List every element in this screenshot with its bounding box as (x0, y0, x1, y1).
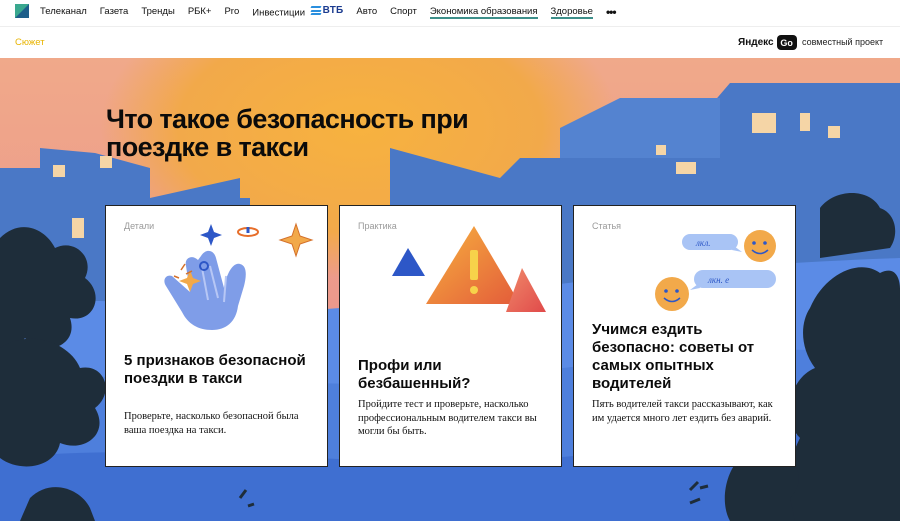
partner-name: Яндекс (738, 37, 774, 48)
rbc-logo-icon[interactable] (15, 4, 29, 18)
vtb-logo: ВТБ (310, 0, 344, 23)
nav-item-investments[interactable]: Инвестиции ВТБ (252, 0, 343, 25)
nav-item-sport[interactable]: Спорт (390, 0, 417, 24)
vtb-label: ВТБ (322, 4, 344, 16)
hero-section: Что такое безопасность при поездке в так… (0, 58, 900, 521)
nav-item-newspaper[interactable]: Газета (100, 0, 129, 24)
nav-item-health[interactable]: Здоровье (550, 0, 594, 24)
bubble-2-text: лкн. е (707, 275, 729, 285)
partner-badge: Go (776, 35, 797, 50)
card-title[interactable]: Профи или безбашенный? (358, 357, 548, 393)
card-description: Пройдите тест и проверьте, насколько про… (358, 399, 537, 437)
article-card-signs[interactable]: Детали 5 признаков безопасной поездки в … (105, 205, 328, 467)
nav-item-auto[interactable]: Авто (356, 0, 377, 24)
card-description: Пять водителей такси рассказывают, как и… (592, 399, 773, 424)
article-card-advice[interactable]: лкл. лкн. е Статья Учимся ездить безопас… (573, 205, 796, 467)
card-tag: Практика (358, 221, 397, 231)
nav-menu: Телеканал Газета Тренды РБК+ Pro Инвести… (40, 0, 629, 24)
nav-item-pro[interactable]: Pro (224, 0, 239, 24)
card-title[interactable]: 5 признаков безопасной поездки в такси (124, 352, 314, 388)
nav-item-investments-label: Инвестиции (252, 7, 306, 19)
section-label[interactable]: Сюжет (15, 37, 45, 48)
bubble-1-text: лкл. (695, 238, 711, 248)
more-menu-icon[interactable]: ••• (606, 3, 617, 21)
card-tag: Статья (592, 221, 622, 231)
nav-item-rbc-plus[interactable]: РБК+ (188, 0, 212, 24)
card-title[interactable]: Учимся ездить безопасно: советы от самых… (592, 321, 782, 393)
hero-title: Что такое безопасность при поездке в так… (106, 104, 469, 162)
article-card-quiz[interactable]: Практика Профи или безбашенный? Пройдите… (339, 205, 562, 467)
card-tag: Детали (124, 221, 155, 231)
nav-item-tv[interactable]: Телеканал (40, 0, 87, 24)
top-navigation: Телеканал Газета Тренды РБК+ Pro Инвести… (0, 0, 900, 24)
sub-header: Сюжет Яндекс Go совместный проект (0, 26, 900, 58)
yandex-go-logo[interactable]: Яндекс Go (738, 35, 797, 50)
vtb-mark-icon (310, 6, 322, 16)
partner-note: совместный проект (802, 37, 884, 47)
nav-item-education-economy[interactable]: Экономика образования (429, 0, 538, 24)
card-description: Проверьте, насколько безопасной была ваш… (124, 411, 299, 436)
nav-item-trends[interactable]: Тренды (141, 0, 174, 24)
